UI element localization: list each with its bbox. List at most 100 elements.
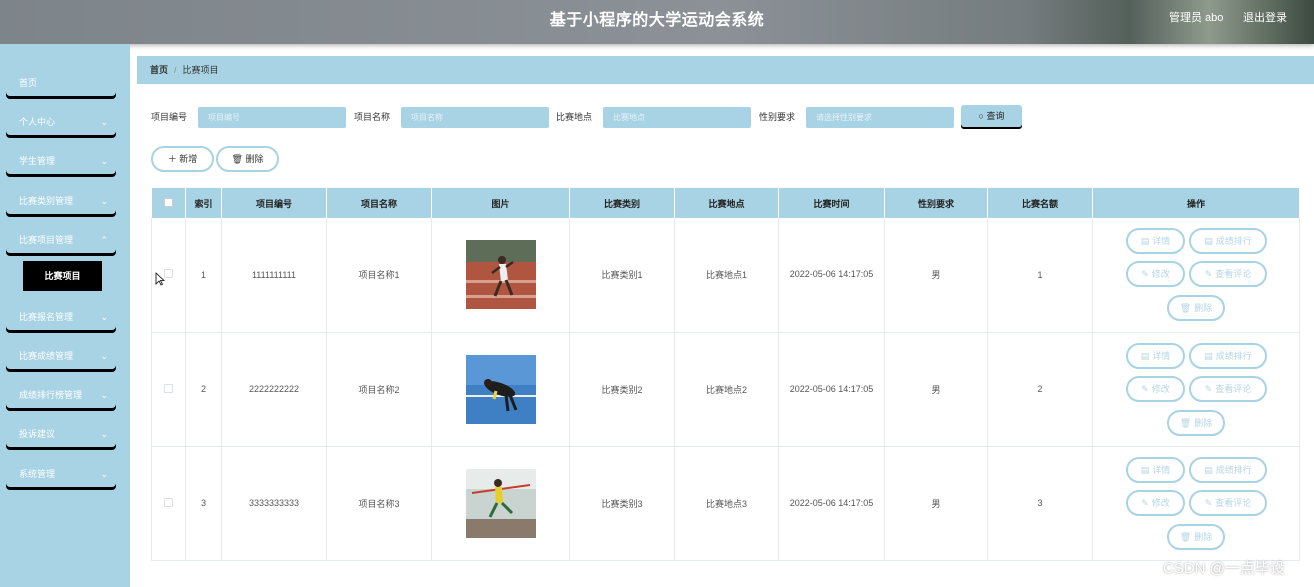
- sidebar-item-students[interactable]: 学生管理 ⌄: [6, 149, 116, 174]
- delete-button[interactable]: 🗑 删除: [1167, 409, 1225, 436]
- review-label: 查看评论: [1215, 497, 1252, 508]
- cell-time: 2022-05-06 14:17:05: [778, 332, 885, 447]
- checkbox-icon: [164, 269, 173, 279]
- col-header: 比赛名额: [987, 188, 1093, 218]
- cell-place: 比赛地点3: [674, 446, 779, 561]
- current-user: 管理员 abo: [1169, 12, 1224, 24]
- chevron-down-icon: ⌄: [100, 390, 108, 400]
- detail-button[interactable]: ▤ 详情: [1126, 228, 1185, 254]
- trash-icon: 🗑: [1179, 303, 1192, 313]
- col-header: 比赛时间: [778, 188, 885, 218]
- sidebar-item-categories[interactable]: 比赛类别管理 ⌄: [6, 189, 116, 214]
- sidebar-item-system[interactable]: 系统管理 ⌄: [6, 462, 116, 487]
- sidebar: 首页 个人中心 ⌄ 学生管理 ⌄ 比赛类别管理 ⌄ 比赛项目管理 ⌃ 比赛项目 比赛报名…: [0, 44, 130, 587]
- chevron-down-icon: ⌄: [100, 196, 108, 206]
- trash-icon: 🗑: [231, 154, 246, 164]
- review-label: 查看评论: [1215, 269, 1252, 279]
- add-button[interactable]: ＋ 新增: [151, 146, 214, 172]
- edit-button[interactable]: ✎ 修改: [1126, 261, 1185, 287]
- sidebar-item-registration[interactable]: 比赛报名管理 ⌄: [6, 305, 116, 330]
- row-actions: ▤ 详情 ▤ 成绩排行 ✎ 修改 ✎ 查看评论 🗑 删除: [1093, 333, 1299, 446]
- search-select-gender[interactable]: [806, 107, 954, 128]
- time-text: 2022-05-06 14:17:05: [789, 383, 874, 394]
- row-checkbox-cell[interactable]: [151, 332, 186, 447]
- cell-gender: 男: [884, 218, 988, 333]
- edit-label: 修改: [1151, 383, 1170, 394]
- cell-category: 比赛类别1: [569, 218, 675, 333]
- bulk-delete-button[interactable]: 🗑 删除: [216, 146, 279, 172]
- cell-time: 2022-05-06 14:17:05: [778, 218, 885, 333]
- logout-link[interactable]: 退出登录: [1243, 9, 1287, 25]
- breadcrumb-separator: /: [174, 65, 177, 75]
- sidebar-item-label: 成绩排行榜管理: [19, 390, 83, 400]
- document-icon: ▤: [1204, 350, 1213, 361]
- col-header: 性别要求: [884, 188, 988, 218]
- cell-code: 1111111111: [221, 218, 327, 333]
- detail-button[interactable]: ▤ 详情: [1126, 342, 1185, 369]
- sidebar-item-label: 系统管理: [19, 469, 56, 479]
- event-photo-highjump: [465, 354, 536, 424]
- chevron-down-icon: ⌄: [100, 469, 108, 479]
- document-icon: ▤: [1204, 236, 1213, 246]
- row-checkbox-cell[interactable]: [151, 446, 186, 561]
- events-table: 索引 项目编号 项目名称 图片 比赛类别 比赛地点 比赛时间 性别要求 比赛名额…: [151, 188, 1300, 561]
- sidebar-item-label: 个人中心: [19, 117, 56, 127]
- col-header: 项目编号: [221, 188, 327, 218]
- document-icon: ▤: [1140, 236, 1150, 246]
- review-button[interactable]: ✎ 查看评论: [1189, 489, 1267, 516]
- cell-name: 项目名称3: [326, 446, 432, 561]
- checkbox-icon: [164, 497, 173, 507]
- cell-index: 1: [185, 218, 222, 333]
- sidebar-item-profile[interactable]: 个人中心 ⌄: [6, 110, 116, 135]
- time-text: 2022-05-06 14:17:05: [789, 497, 874, 508]
- cell-gender: 男: [884, 446, 988, 561]
- rank-button[interactable]: ▤ 成绩排行: [1189, 228, 1267, 254]
- chevron-up-icon: ⌃: [100, 235, 108, 245]
- pencil-icon: ✎: [1141, 497, 1149, 508]
- delete-label: 删除: [1194, 531, 1213, 542]
- delete-label: 删除: [1194, 303, 1213, 313]
- app-title: 基于小程序的大学运动会系统: [549, 12, 765, 29]
- edit-button[interactable]: ✎ 修改: [1126, 375, 1185, 402]
- cell-index: 2: [185, 332, 222, 447]
- search-input-code[interactable]: [198, 107, 346, 128]
- query-button[interactable]: ○ 查询: [961, 105, 1022, 127]
- pencil-icon: ✎: [1204, 269, 1213, 279]
- cell-category: 比赛类别3: [569, 446, 675, 561]
- time-text: 2022-05-06 14:17:05: [789, 269, 874, 280]
- rank-label: 成绩排行: [1215, 350, 1252, 361]
- edit-label: 修改: [1151, 497, 1170, 508]
- sidebar-subitem-events[interactable]: 比赛项目: [23, 261, 102, 291]
- rank-button[interactable]: ▤ 成绩排行: [1189, 342, 1267, 369]
- cell-place: 比赛地点1: [674, 218, 779, 333]
- sidebar-item-home[interactable]: 首页: [6, 71, 116, 96]
- sidebar-item-feedback[interactable]: 投诉建议 ⌄: [6, 422, 116, 447]
- sidebar-item-events[interactable]: 比赛项目管理 ⌃: [6, 228, 116, 253]
- breadcrumb-current: 比赛项目: [182, 65, 219, 75]
- review-button[interactable]: ✎ 查看评论: [1189, 375, 1267, 402]
- delete-button[interactable]: 🗑 删除: [1167, 523, 1225, 550]
- rank-label: 成绩排行: [1215, 236, 1252, 246]
- cell-quota: 1: [987, 218, 1093, 333]
- breadcrumb-home[interactable]: 首页: [150, 65, 168, 75]
- search-label-gender: 性别要求: [759, 112, 796, 122]
- sidebar-item-label: 投诉建议: [19, 429, 56, 439]
- chevron-down-icon: ⌄: [100, 156, 108, 166]
- delete-button[interactable]: 🗑 删除: [1167, 295, 1225, 321]
- search-input-place[interactable]: [603, 107, 751, 128]
- trash-icon: 🗑: [1179, 531, 1192, 542]
- select-all-checkbox[interactable]: [151, 188, 186, 218]
- table-row: 3 3333333333 项目名称3 比赛类别3 比赛地点3 2022-05-0…: [151, 446, 1300, 561]
- mouse-cursor-icon: [155, 272, 165, 286]
- sidebar-item-scores[interactable]: 比赛成绩管理 ⌄: [6, 344, 116, 369]
- detail-button[interactable]: ▤ 详情: [1126, 456, 1185, 483]
- sidebar-item-leaderboard[interactable]: 成绩排行榜管理 ⌄: [6, 383, 116, 408]
- top-header: 基于小程序的大学运动会系统 管理员 abo 退出登录: [0, 0, 1314, 44]
- review-button[interactable]: ✎ 查看评论: [1189, 261, 1267, 287]
- col-header: 索引: [185, 188, 222, 218]
- plus-icon: ＋: [167, 154, 180, 164]
- search-input-name[interactable]: [401, 107, 549, 128]
- rank-button[interactable]: ▤ 成绩排行: [1189, 456, 1267, 483]
- edit-button[interactable]: ✎ 修改: [1126, 489, 1185, 516]
- add-button-label: 新增: [179, 154, 198, 164]
